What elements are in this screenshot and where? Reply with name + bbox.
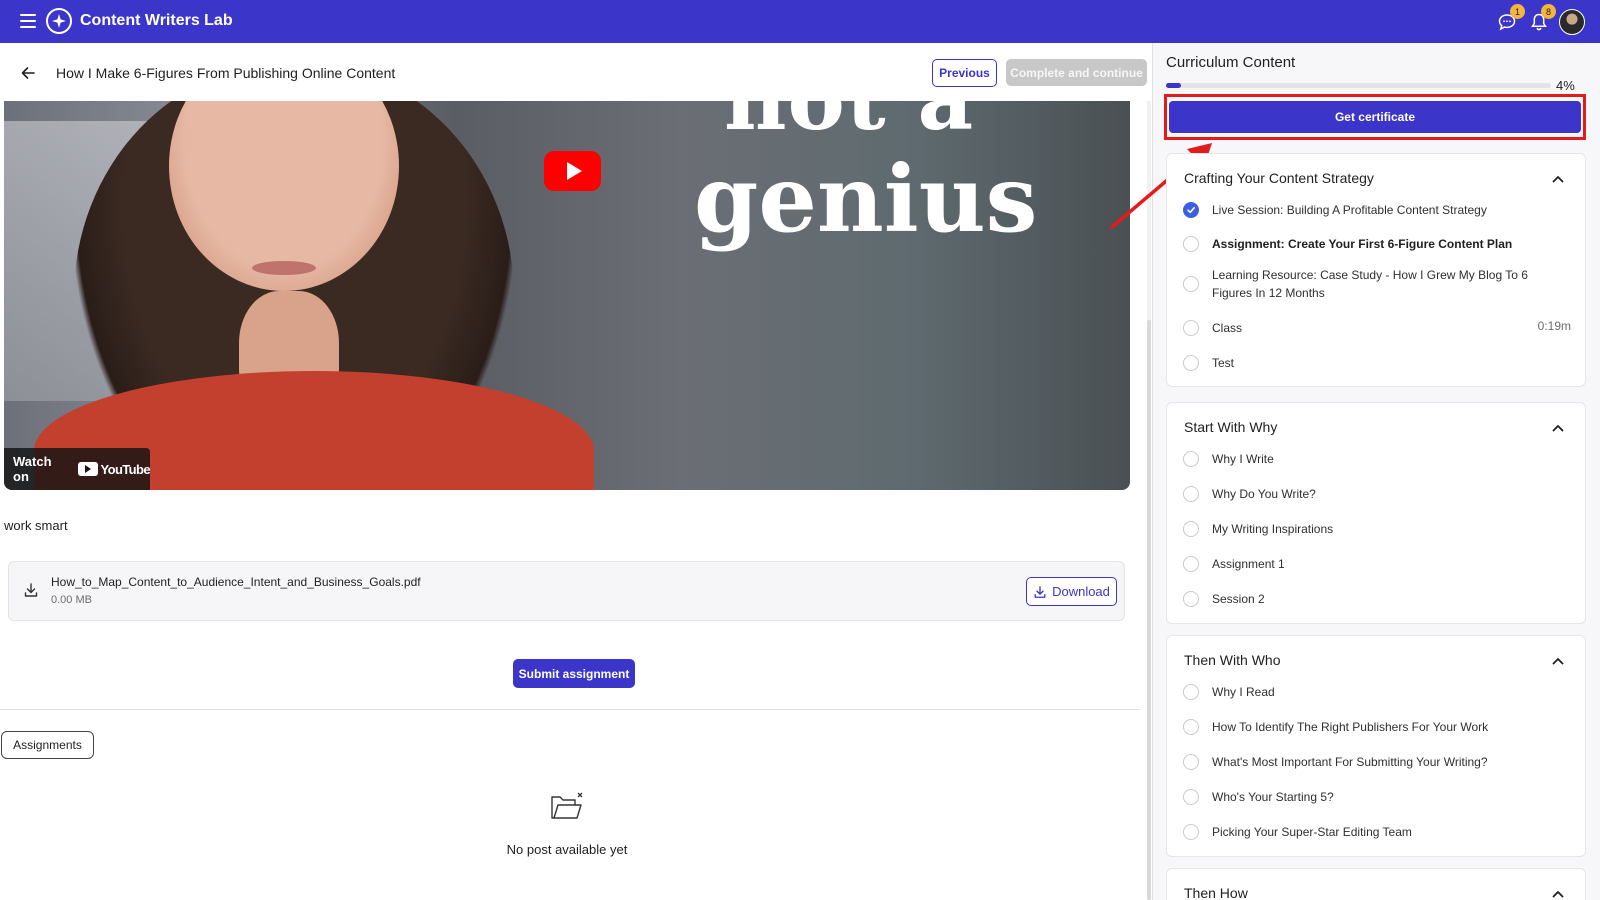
download-icon xyxy=(1034,585,1046,598)
course-progress-fill xyxy=(1166,83,1182,88)
lesson-item[interactable]: Picking Your Super-Star Editing Team xyxy=(1167,820,1587,846)
lesson-status-indicator xyxy=(1183,719,1199,735)
watch-on-label: Watch on xyxy=(13,454,52,484)
lesson-complete-indicator xyxy=(1183,202,1199,218)
lesson-status-indicator xyxy=(1183,236,1199,252)
lesson-status-indicator xyxy=(1183,789,1199,805)
lesson-status-indicator xyxy=(1183,320,1199,336)
lesson-item[interactable]: My Writing Inspirations xyxy=(1167,517,1587,543)
curriculum-heading: Curriculum Content xyxy=(1166,54,1296,71)
lesson-label: Learning Resource: Case Study - How I Gr… xyxy=(1212,268,1528,300)
avatar[interactable] xyxy=(1559,9,1585,35)
download-button[interactable]: Download xyxy=(1026,577,1117,606)
video-player[interactable]: not a genius Watch on YouTube xyxy=(4,101,1130,490)
lesson-header: How I Make 6-Figures From Publishing Onl… xyxy=(0,43,1152,101)
lesson-item[interactable]: Test xyxy=(1167,351,1587,377)
lesson-status-indicator xyxy=(1183,824,1199,840)
lesson-item[interactable]: What's Most Important For Submitting You… xyxy=(1167,750,1587,776)
lesson-status-indicator xyxy=(1183,521,1199,537)
lesson-label: Live Session: Building A Profitable Cont… xyxy=(1212,203,1487,217)
messages-badge: 1 xyxy=(1510,4,1525,19)
section-title: Start With Why xyxy=(1184,419,1278,435)
lesson-label: My Writing Inspirations xyxy=(1212,522,1334,536)
lesson-label: Session 2 xyxy=(1212,592,1265,606)
certificate-highlight-box xyxy=(1164,94,1586,140)
lesson-label: Class xyxy=(1212,321,1243,335)
attachment-filename: How_to_Map_Content_to_Audience_Intent_an… xyxy=(51,575,421,589)
tab-assignments[interactable]: Assignments xyxy=(1,731,94,759)
youtube-logo-icon xyxy=(77,462,98,476)
lesson-status-indicator xyxy=(1183,355,1199,371)
lesson-status-indicator xyxy=(1183,276,1199,292)
lesson-item[interactable]: Who's Your Starting 5? xyxy=(1167,785,1587,811)
attachment-card: How_to_Map_Content_to_Audience_Intent_an… xyxy=(8,561,1125,621)
content-scrollbar-thumb[interactable] xyxy=(1147,320,1151,900)
top-app-bar: Content Writers Lab 1 8 xyxy=(0,0,1600,43)
download-icon xyxy=(23,582,39,598)
lesson-item[interactable]: Why Do You Write? xyxy=(1167,482,1587,508)
submit-assignment-button[interactable]: Submit assignment xyxy=(513,659,635,688)
lesson-label: Why I Read xyxy=(1212,685,1275,699)
lesson-duration: 0:19m xyxy=(1537,319,1571,333)
curriculum-section: Then With Who Why I Read How To Identify… xyxy=(1166,635,1586,857)
lesson-label: Why Do You Write? xyxy=(1212,487,1316,501)
previous-button[interactable]: Previous xyxy=(932,59,997,87)
section-title: Crafting Your Content Strategy xyxy=(1184,170,1374,186)
download-label: Download xyxy=(1052,584,1110,599)
lesson-label: Who's Your Starting 5? xyxy=(1212,790,1334,804)
lesson-item[interactable]: Why I Write xyxy=(1167,447,1587,473)
lesson-item[interactable]: Session 2 xyxy=(1167,587,1587,613)
lesson-item[interactable]: Class 0:19m xyxy=(1167,316,1587,342)
empty-state-text: No post available yet xyxy=(506,842,628,857)
menu-icon[interactable] xyxy=(20,14,36,28)
app-title: Content Writers Lab xyxy=(80,12,233,29)
youtube-play-icon[interactable] xyxy=(544,151,601,191)
curriculum-section: Start With Why Why I Write Why Do You Wr… xyxy=(1166,402,1586,624)
check-icon xyxy=(1187,207,1195,214)
divider xyxy=(0,709,1140,710)
curriculum-section: Then How xyxy=(1166,868,1586,900)
youtube-wordmark: YouTube xyxy=(100,461,151,477)
attachment-size: 0.00 MB xyxy=(51,594,92,606)
lesson-status-indicator xyxy=(1183,486,1199,502)
lesson-item[interactable]: Learning Resource: Case Study - How I Gr… xyxy=(1167,264,1587,304)
lesson-label: Assignment 1 xyxy=(1212,557,1285,571)
chevron-up-icon[interactable] xyxy=(1551,654,1565,668)
lesson-item[interactable]: Assignment 1 xyxy=(1167,552,1587,578)
lesson-label: Test xyxy=(1212,356,1235,370)
lesson-item[interactable]: Why I Read xyxy=(1167,680,1587,706)
lesson-status-indicator xyxy=(1183,556,1199,572)
lesson-label: How To Identify The Right Publishers For… xyxy=(1212,720,1489,734)
chevron-up-icon[interactable] xyxy=(1551,887,1565,900)
back-arrow-icon[interactable] xyxy=(20,65,36,81)
lesson-label: Assignment: Create Your First 6-Figure C… xyxy=(1212,237,1513,251)
lesson-item[interactable]: How To Identify The Right Publishers For… xyxy=(1167,715,1587,741)
lesson-label: Picking Your Super-Star Editing Team xyxy=(1212,825,1412,839)
youtube-logo: YouTube xyxy=(77,461,151,477)
lesson-item[interactable]: Live Session: Building A Profitable Cont… xyxy=(1167,198,1587,224)
watch-on-youtube-link[interactable]: Watch on YouTube xyxy=(4,448,151,490)
chevron-up-icon[interactable] xyxy=(1551,172,1565,186)
complete-and-continue-button[interactable]: Complete and continue xyxy=(1006,59,1147,86)
lesson-item-current[interactable]: Assignment: Create Your First 6-Figure C… xyxy=(1167,232,1587,258)
lesson-title: How I Make 6-Figures From Publishing Onl… xyxy=(56,65,396,81)
lesson-status-indicator xyxy=(1183,684,1199,700)
app-logo-icon[interactable] xyxy=(46,8,72,34)
lesson-status-indicator xyxy=(1183,451,1199,467)
course-progress-label: 4% xyxy=(1556,78,1575,93)
lesson-label: What's Most Important For Submitting You… xyxy=(1212,755,1488,769)
lesson-status-indicator xyxy=(1183,754,1199,770)
video-overlay-text-top: not a xyxy=(724,101,974,150)
lesson-description: work smart xyxy=(4,518,68,533)
chevron-up-icon[interactable] xyxy=(1551,421,1565,435)
section-title: Then With Who xyxy=(1184,652,1281,668)
notifications-badge: 8 xyxy=(1541,4,1556,19)
folder-empty-icon xyxy=(550,792,584,822)
section-title: Then How xyxy=(1184,885,1248,900)
video-overlay-text: genius xyxy=(694,145,1038,253)
course-progress-bar xyxy=(1166,83,1551,88)
lesson-label: Why I Write xyxy=(1212,452,1274,466)
curriculum-section: Crafting Your Content Strategy Live Sess… xyxy=(1166,153,1586,387)
lesson-status-indicator xyxy=(1183,591,1199,607)
